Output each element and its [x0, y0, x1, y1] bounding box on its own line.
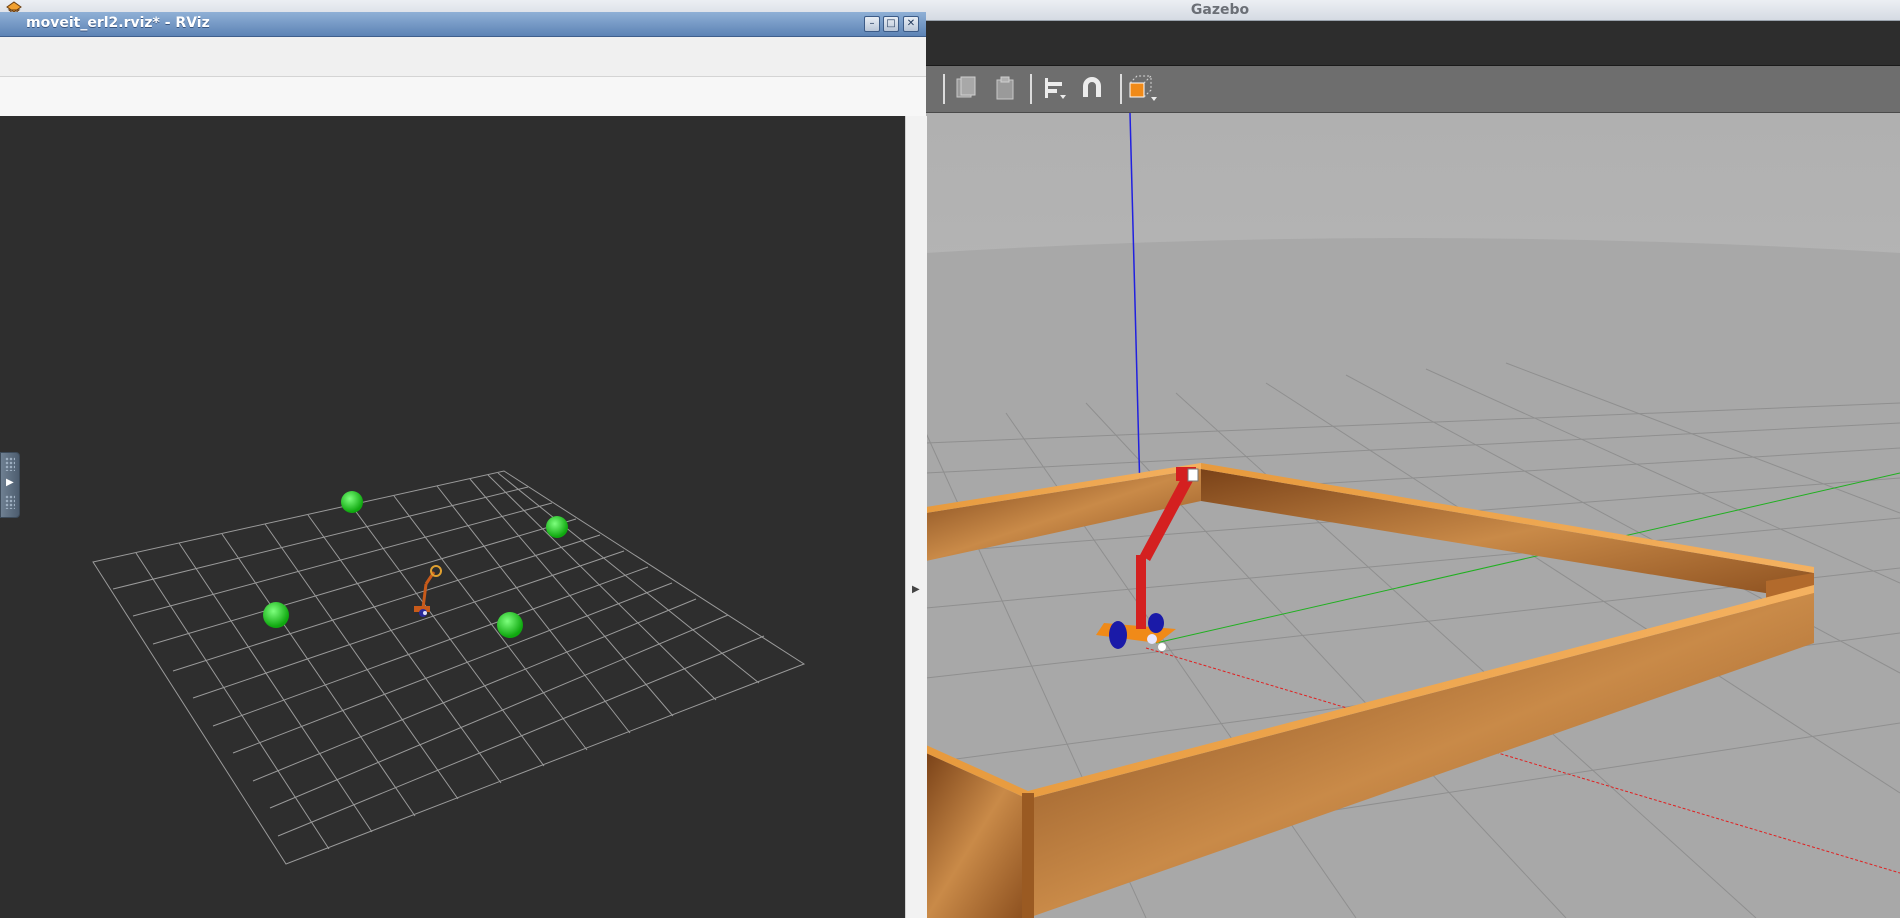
target-marker [497, 612, 523, 638]
rviz-title-bar[interactable]: moveit_erl2.rviz* - RViz – □ ✕ [0, 12, 926, 37]
splitter-arrow-icon: ▶ [912, 584, 920, 595]
rviz-window: moveit_erl2.rviz* - RViz – □ ✕ ▶ ▶ [0, 12, 927, 918]
toolbar-separator [1030, 74, 1032, 104]
snap-icon[interactable] [1076, 72, 1108, 104]
paste-icon[interactable] [989, 72, 1021, 104]
grip-dots [5, 457, 15, 471]
rviz-window-title: moveit_erl2.rviz* - RViz [26, 15, 210, 31]
toolbar-separator [1120, 74, 1122, 104]
gazebo-scene-render [926, 113, 1900, 918]
gazebo-toolbar [926, 66, 1900, 113]
view-angle-icon[interactable] [1127, 72, 1159, 104]
rviz-menubar [0, 37, 926, 77]
rviz-scene-render [92, 470, 806, 865]
maximize-button[interactable]: □ [883, 16, 899, 32]
toolbar-separator [943, 74, 945, 104]
gazebo-window-title: Gazebo [1190, 2, 1250, 18]
close-button[interactable]: ✕ [903, 16, 919, 32]
robot-model [414, 565, 442, 617]
target-marker [263, 602, 289, 628]
gazebo-menubar [926, 21, 1900, 66]
rviz-3d-view[interactable]: ▶ [0, 116, 905, 918]
expand-arrow-icon: ▶ [6, 477, 14, 488]
target-marker [546, 516, 568, 538]
gazebo-3d-viewport[interactable] [926, 113, 1900, 918]
grip-dots [5, 495, 15, 509]
rviz-splitter[interactable]: ▶ [905, 116, 927, 918]
rviz-grid [92, 470, 806, 865]
target-marker [341, 491, 363, 513]
panel-expand-handle[interactable]: ▶ [0, 452, 20, 518]
align-icon[interactable] [1039, 72, 1071, 104]
copy-icon[interactable] [950, 72, 982, 104]
minimize-button[interactable]: – [864, 16, 880, 32]
